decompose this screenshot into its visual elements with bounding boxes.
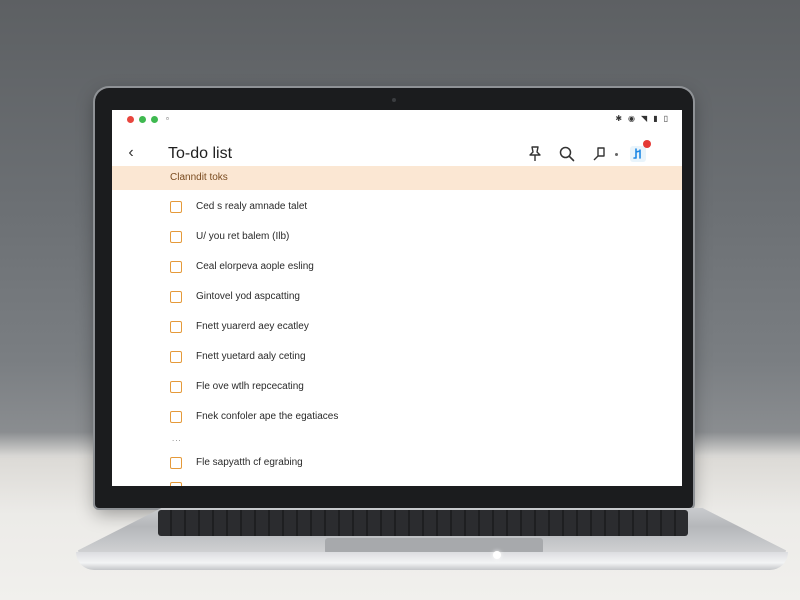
task-label: Ceal elorpeva aople esling — [196, 261, 314, 272]
task-checkbox[interactable] — [170, 261, 182, 273]
task-item[interactable]: Ceal elorpeva aople esling — [170, 258, 314, 276]
task-checkbox[interactable] — [170, 482, 182, 486]
task-item[interactable]: Ced s realy amnade talet — [170, 198, 307, 216]
system-tray: ✱ ◉ ◥ ▮ ▯ — [615, 114, 668, 124]
section-header: Clanndit toks — [112, 166, 682, 190]
task-checkbox[interactable] — [170, 381, 182, 393]
task-item[interactable]: Fle sapyatth cf egrabing — [170, 454, 303, 472]
task-label: Fnek confoler ape the egatiaces — [196, 411, 339, 422]
task-label: U/ you ret balem (Ilb) — [196, 231, 290, 242]
window-maximize-button[interactable] — [151, 116, 158, 123]
task-label: Fnett yuarerd aey ecatley — [196, 321, 309, 332]
notes-icon — [593, 147, 605, 161]
notes-button[interactable] — [589, 144, 609, 164]
task-item[interactable]: Fnett yuarerd aey ecatley — [170, 318, 309, 336]
task-label: Gintovel yod aspcatting — [196, 291, 300, 302]
search-icon — [559, 146, 575, 162]
task-checkbox[interactable] — [170, 351, 182, 363]
window-minimize-button[interactable] — [139, 116, 146, 123]
section-label: Clanndit toks — [170, 172, 228, 183]
task-item-partial[interactable] — [170, 482, 182, 486]
task-checkbox[interactable] — [170, 457, 182, 469]
laptop-lid: ▫ ✱ ◉ ◥ ▮ ▯ ‹ To-do list Clanndit toks C… — [95, 88, 693, 508]
status-bar: ▫ ✱ ◉ ◥ ▮ ▯ — [112, 110, 682, 128]
task-checkbox[interactable] — [170, 231, 182, 243]
task-item[interactable]: Fnek confoler ape the egatiaces — [170, 408, 338, 426]
app-button[interactable] — [628, 140, 651, 164]
status-light-icon — [493, 551, 501, 559]
task-item[interactable]: Fle ove wtlh repcecating — [170, 378, 304, 396]
task-label: Fle ove wtlh repcecating — [196, 381, 304, 392]
task-item[interactable]: Fnett yuetard aaly ceting — [170, 348, 306, 366]
task-label: Fle sapyatth cf egrabing — [196, 457, 303, 468]
page-title: To-do list — [168, 145, 233, 162]
bluetooth-icon: ✱ — [615, 114, 623, 123]
task-checkbox[interactable] — [170, 291, 182, 303]
task-checkbox[interactable] — [170, 321, 182, 333]
laptop-screen: ▫ ✱ ◉ ◥ ▮ ▯ ‹ To-do list Clanndit toks C… — [112, 110, 682, 486]
more-indicator: ... — [172, 434, 182, 443]
pin-icon — [529, 146, 541, 161]
keyboard — [158, 510, 688, 536]
back-arrow-icon[interactable]: ‹ — [122, 144, 140, 162]
window-close-button[interactable] — [127, 116, 134, 123]
task-label: Fnett yuetard aaly ceting — [196, 351, 306, 362]
search-button[interactable] — [557, 144, 577, 164]
battery-icon: ▯ — [663, 114, 668, 123]
laptop-front-edge — [76, 552, 788, 570]
task-checkbox[interactable] — [170, 411, 182, 423]
location-icon: ◉ — [628, 114, 636, 123]
lock-icon: ▫ — [166, 114, 169, 123]
wifi-icon: ◥ — [641, 114, 648, 123]
signal-icon: ▮ — [653, 114, 658, 123]
task-item[interactable]: Gintovel yod aspcatting — [170, 288, 300, 306]
notification-badge — [643, 140, 651, 148]
webcam-icon — [392, 98, 396, 102]
task-item[interactable]: U/ you ret balem (Ilb) — [170, 228, 289, 246]
separator-dot — [615, 153, 618, 156]
task-checkbox[interactable] — [170, 201, 182, 213]
pin-button[interactable] — [525, 144, 545, 164]
task-label: Ced s realy amnade talet — [196, 201, 308, 212]
